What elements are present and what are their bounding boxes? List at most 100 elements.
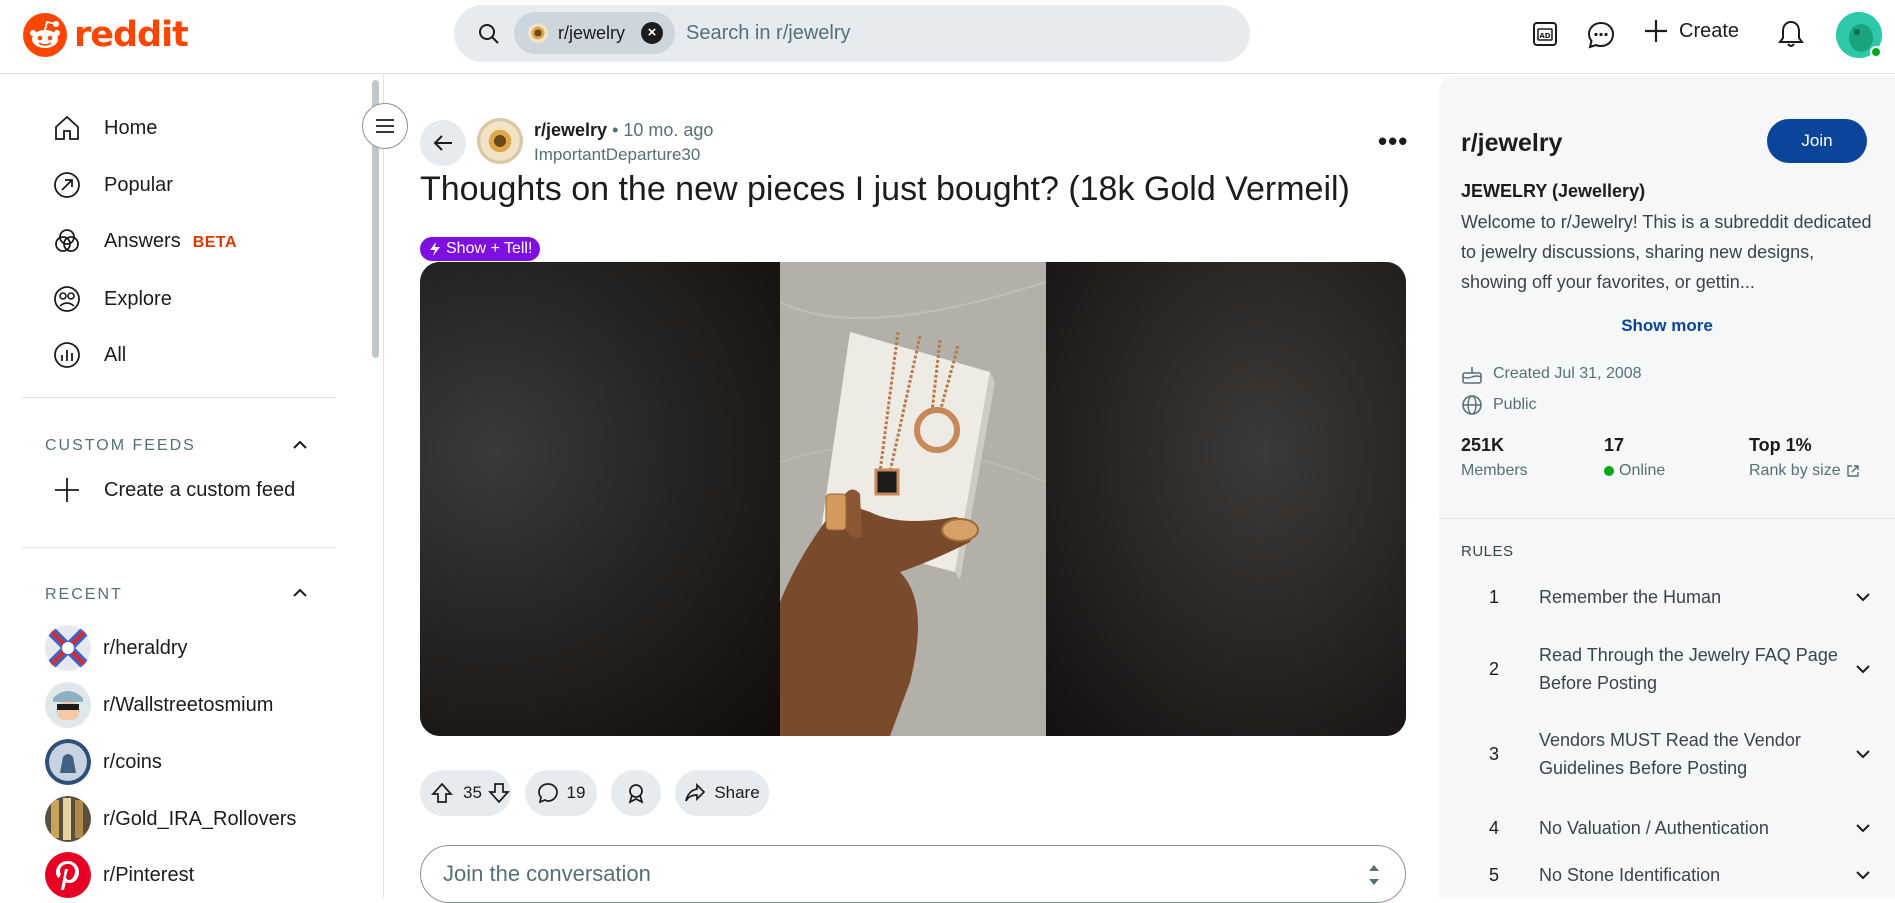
wallstreetosmium-avatar [45, 682, 91, 728]
upvote-icon[interactable] [431, 782, 453, 804]
online-status-dot [1870, 46, 1882, 58]
chevron-up-icon[interactable] [290, 583, 310, 603]
notification-bell-icon[interactable] [1777, 19, 1805, 49]
create-custom-feed[interactable]: Create a custom feed [52, 475, 295, 505]
sidebar-divider [22, 397, 336, 398]
custom-feeds-title[interactable]: CUSTOM FEEDS [45, 437, 196, 455]
comment-icon [537, 783, 558, 804]
comment-input[interactable] [443, 846, 1143, 902]
external-link-icon [1846, 465, 1859, 477]
hamburger-icon [376, 119, 394, 133]
nav-all-label: All [104, 343, 127, 366]
rule-item[interactable]: 1 Remember the Human [1489, 583, 1875, 611]
search-icon [479, 24, 499, 44]
post-flair[interactable]: Show + Tell! [420, 237, 541, 261]
svg-text:AD: AD [1539, 32, 1550, 40]
recent-item-label: r/heraldry [103, 636, 188, 659]
post-author-link[interactable]: ImportantDeparture30 [534, 145, 713, 165]
heraldry-avatar [45, 625, 91, 671]
chevron-down-icon [1856, 871, 1870, 880]
members-count: 251K [1461, 435, 1505, 455]
beta-badge: BETA [192, 233, 238, 251]
nav-all[interactable]: All [52, 340, 126, 370]
rule-item[interactable]: 4 No Valuation / Authentication [1489, 814, 1875, 842]
vote-count: 35 [463, 783, 482, 802]
nav-answers[interactable]: Answers BETA [52, 226, 237, 256]
award-button[interactable] [611, 770, 661, 816]
flair-label: Show + Tell! [446, 240, 533, 257]
visibility-label: Public [1493, 396, 1537, 413]
recent-item-pinterest[interactable]: r/Pinterest [45, 852, 194, 898]
answers-icon [55, 229, 79, 252]
pinterest-avatar [45, 852, 91, 898]
online-indicator [1604, 466, 1614, 476]
clear-scope-icon[interactable]: × [641, 22, 663, 44]
stat-online: 17 Online [1604, 435, 1665, 480]
explore-icon [54, 286, 80, 312]
chat-icon[interactable] [1586, 20, 1616, 50]
sidebar-toggle-button[interactable] [362, 103, 408, 149]
downvote-icon[interactable] [488, 782, 510, 804]
community-name[interactable]: r/jewelry [1461, 129, 1562, 158]
rule-text: Read Through the Jewelry FAQ Page Before… [1539, 645, 1838, 693]
comment-composer[interactable] [420, 845, 1406, 903]
chevron-down-icon [1856, 593, 1870, 602]
rule-item[interactable]: 2 Read Through the Jewelry FAQ Page Befo… [1489, 641, 1875, 697]
rule-number: 3 [1489, 743, 1500, 764]
back-button[interactable] [420, 120, 466, 166]
chevron-down-icon [1856, 750, 1870, 759]
reddit-logo[interactable]: reddit [22, 12, 189, 58]
show-more-link[interactable]: Show more [1439, 316, 1895, 336]
share-label: Share [714, 783, 760, 802]
post-subreddit-link[interactable]: r/jewelry [534, 120, 607, 140]
rule-number: 1 [1489, 586, 1500, 607]
panel-divider [1439, 518, 1895, 519]
join-button[interactable]: Join [1767, 119, 1867, 163]
subreddit-chip-icon [528, 23, 548, 43]
recent-item-gold-ira[interactable]: r/Gold_IRA_Rollovers [45, 796, 296, 842]
nav-popular[interactable]: Popular [52, 170, 173, 200]
recent-item-wallstreetosmium[interactable]: r/Wallstreetosmium [45, 682, 273, 728]
chevron-up-icon[interactable] [290, 435, 310, 455]
nav-home[interactable]: Home [52, 113, 157, 143]
subreddit-avatar[interactable] [477, 118, 523, 164]
popular-icon [54, 172, 80, 198]
post-image[interactable] [420, 262, 1406, 736]
search-scope-chip[interactable]: r/jewelry × [514, 12, 675, 54]
community-created: Created Jul 31, 2008 [1461, 363, 1642, 385]
search-bar[interactable]: r/jewelry × [454, 5, 1250, 62]
create-label: Create [1679, 19, 1740, 42]
rank-value: Top 1% [1749, 435, 1812, 455]
share-button[interactable]: Share [675, 770, 769, 816]
community-tagline: JEWELRY (Jewellery) [1461, 181, 1646, 201]
award-icon [628, 784, 644, 804]
nav-explore[interactable]: Explore [52, 284, 172, 314]
logo-wordmark: reddit [74, 15, 189, 55]
recent-title[interactable]: RECENT [45, 586, 123, 604]
create-button[interactable]: Create [1643, 18, 1739, 44]
search-input[interactable] [686, 5, 1206, 62]
coins-avatar [45, 739, 91, 785]
rule-item[interactable]: 5 No Stone Identification [1489, 861, 1875, 889]
vote-bar: 35 [420, 770, 511, 816]
community-visibility: Public [1461, 394, 1537, 416]
recent-item-heraldry[interactable]: r/heraldry [45, 625, 187, 671]
rules-title: RULES [1461, 543, 1514, 560]
search-chip-label: r/jewelry [558, 22, 626, 43]
online-count: 17 [1604, 435, 1625, 455]
recent-item-label: r/Wallstreetosmium [103, 693, 274, 716]
jewelry-photo-illustration [780, 262, 1046, 736]
recent-item-label: r/Pinterest [103, 863, 195, 886]
comments-button[interactable]: 19 [525, 770, 597, 816]
left-sidebar: Home Popular Answers BETA Explore All CUS… [0, 75, 384, 898]
advertise-icon[interactable]: AD [1531, 20, 1559, 48]
recent-item-coins[interactable]: r/coins [45, 739, 162, 785]
stat-rank[interactable]: Top 1% Rank by size [1749, 435, 1860, 480]
sidebar-divider [22, 547, 336, 548]
rule-item[interactable]: 3 Vendors MUST Read the Vendor Guideline… [1489, 726, 1875, 782]
expand-icon[interactable] [1367, 862, 1381, 888]
rule-text: No Stone Identification [1539, 865, 1721, 885]
more-options-icon[interactable]: ••• [1378, 126, 1408, 157]
rule-text: Vendors MUST Read the Vendor Guidelines … [1539, 730, 1801, 778]
create-custom-feed-label: Create a custom feed [104, 478, 296, 501]
